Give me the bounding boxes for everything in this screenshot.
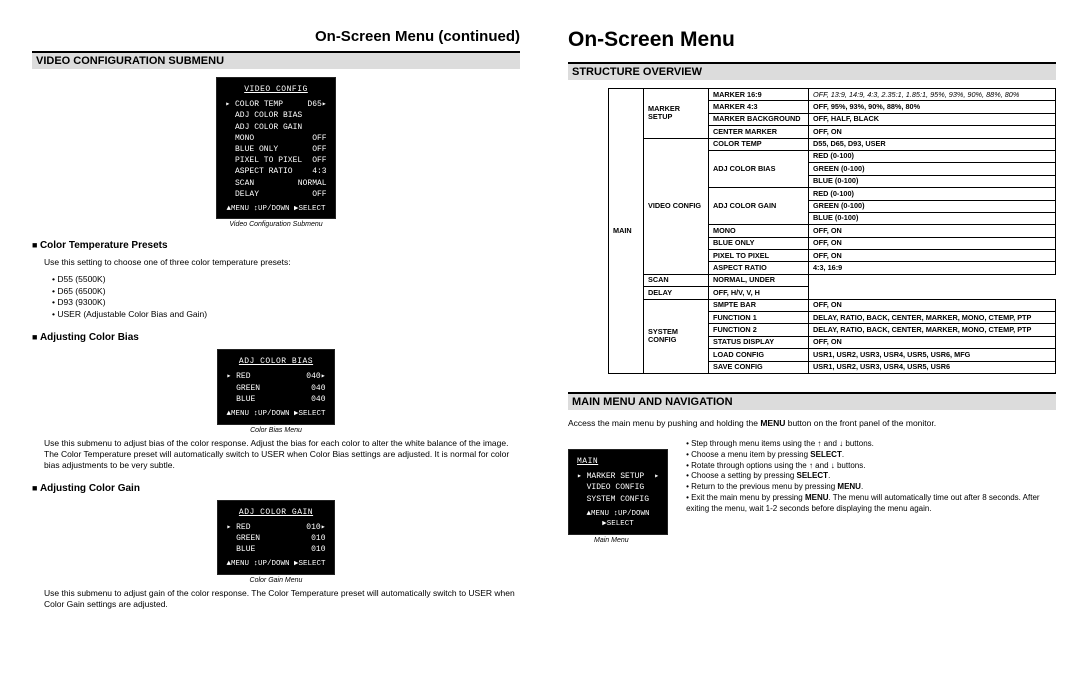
- osd-main-menu: MAIN▸ MARKER SETUP▸ VIDEO CONFIG SYSTEM …: [568, 449, 668, 535]
- left-page-title: On-Screen Menu (continued): [32, 28, 520, 45]
- left-page: On-Screen Menu (continued) VIDEO CONFIGU…: [32, 28, 520, 686]
- osd-video-config: VIDEO CONFIG▸ COLOR TEMPD65▸ ADJ COLOR B…: [216, 77, 335, 219]
- osd-color-gain: ADJ COLOR GAIN▸ RED010▸ GREEN010 BLUE010…: [217, 500, 334, 575]
- osd-color-gain-wrap: ADJ COLOR GAIN▸ RED010▸ GREEN010 BLUE010…: [32, 500, 520, 584]
- osd-main-menu-wrap: MAIN▸ MARKER SETUP▸ VIDEO CONFIG SYSTEM …: [568, 439, 668, 544]
- text-color-bias: Use this submenu to adjust bias of the c…: [44, 438, 520, 471]
- nav-steps-list: Step through menu items using the ↑ and …: [686, 439, 1056, 515]
- list-item: D55 (5500K): [52, 274, 520, 285]
- heading-color-bias: Adjusting Color Bias: [32, 332, 520, 343]
- nav-intro: Access the main menu by pushing and hold…: [568, 418, 1056, 429]
- right-page-title: On-Screen Menu: [568, 28, 1056, 52]
- list-item: Step through menu items using the ↑ and …: [686, 439, 1056, 450]
- section-main-menu-nav: MAIN MENU AND NAVIGATION: [568, 392, 1056, 410]
- list-item: Choose a menu item by pressing SELECT.: [686, 450, 1056, 461]
- osd-color-bias: ADJ COLOR BIAS▸ RED040▸ GREEN040 BLUE040…: [217, 349, 334, 424]
- text-color-gain: Use this submenu to adjust gain of the c…: [44, 588, 520, 610]
- heading-color-temp-presets: Color Temperature Presets: [32, 240, 520, 251]
- list-item: Return to the previous menu by pressing …: [686, 482, 1056, 493]
- list-item: Exit the main menu by pressing MENU. The…: [686, 493, 1056, 515]
- list-item: Choose a setting by pressing SELECT.: [686, 471, 1056, 482]
- list-item: USER (Adjustable Color Bias and Gain): [52, 309, 520, 320]
- nav-intro-menu-word: MENU: [760, 418, 785, 428]
- osd-video-config-wrap: VIDEO CONFIG▸ COLOR TEMPD65▸ ADJ COLOR B…: [32, 77, 520, 228]
- structure-table: MAINMARKER SETUPMARKER 16:9OFF, 13:9, 14…: [608, 88, 1056, 374]
- right-page: On-Screen Menu STRUCTURE OVERVIEW MAINMA…: [568, 28, 1056, 686]
- osd-color-gain-caption: Color Gain Menu: [32, 577, 520, 584]
- list-item: Rotate through options using the ↑ and ↓…: [686, 461, 1056, 472]
- nav-intro-part1: Access the main menu by pushing and hold…: [568, 418, 760, 428]
- osd-video-config-caption: Video Configuration Submenu: [32, 221, 520, 228]
- osd-color-bias-caption: Color Bias Menu: [32, 427, 520, 434]
- section-structure-overview: STRUCTURE OVERVIEW: [568, 62, 1056, 80]
- list-item: D93 (9300K): [52, 297, 520, 308]
- osd-main-menu-caption: Main Menu: [594, 537, 668, 544]
- heading-color-gain: Adjusting Color Gain: [32, 483, 520, 494]
- osd-color-bias-wrap: ADJ COLOR BIAS▸ RED040▸ GREEN040 BLUE040…: [32, 349, 520, 433]
- list-presets: D55 (5500K)D65 (6500K)D93 (9300K)USER (A…: [52, 274, 520, 320]
- list-item: D65 (6500K): [52, 286, 520, 297]
- nav-intro-part2: button on the front panel of the monitor…: [785, 418, 936, 428]
- text-presets-intro: Use this setting to choose one of three …: [44, 257, 520, 268]
- section-video-config: VIDEO CONFIGURATION SUBMENU: [32, 51, 520, 69]
